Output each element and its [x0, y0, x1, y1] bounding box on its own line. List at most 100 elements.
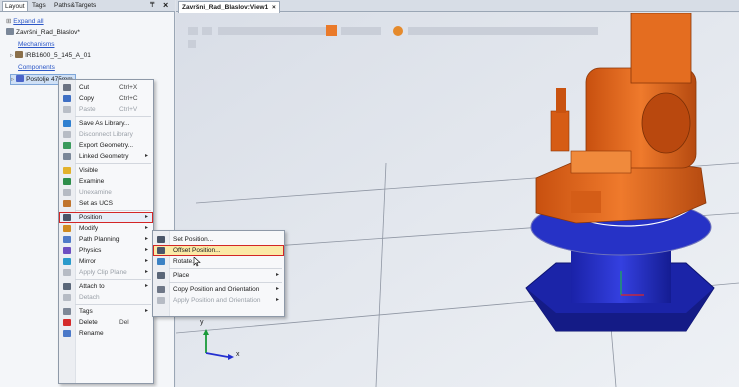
- pin-icon[interactable]: ₸: [150, 1, 154, 9]
- menu-separator: [169, 282, 282, 283]
- station-icon: [6, 28, 14, 35]
- clip-plane-icon: [63, 269, 71, 276]
- menu-item-label: Linked Geometry: [79, 153, 129, 160]
- menu-item-detach[interactable]: Detach: [59, 292, 153, 303]
- menu-separator: [75, 163, 151, 164]
- menu-item-label: Copy: [79, 95, 95, 102]
- menu-item-label: Set as UCS: [79, 200, 113, 207]
- menu-item-label: Attach to: [79, 283, 105, 290]
- tab-tags[interactable]: Tags: [30, 1, 48, 11]
- attach-icon: [63, 283, 71, 290]
- menu-item-path-planning[interactable]: Path Planning ▸: [59, 234, 153, 245]
- close-tab-icon[interactable]: ×: [272, 4, 276, 11]
- menu-item-apply-position-and-orientation[interactable]: Apply Position and Orientation ▸: [153, 295, 284, 306]
- menu-item-examine[interactable]: Examine: [59, 176, 153, 187]
- rename-icon: [63, 330, 71, 337]
- menu-item-set-as-ucs[interactable]: Set as UCS: [59, 198, 153, 209]
- menu-item-disconnect-library[interactable]: Disconnect Library: [59, 129, 153, 140]
- mouse-cursor-icon: [193, 256, 201, 267]
- set-position-icon: [157, 236, 165, 243]
- menu-item-label: Path Planning: [79, 236, 120, 243]
- 3d-viewport[interactable]: y x: [176, 13, 739, 387]
- menu-item-physics[interactable]: Physics ▸: [59, 245, 153, 256]
- mechanisms-header: Mechanisms: [18, 41, 55, 48]
- menu-item-label: Paste: [79, 106, 96, 113]
- menu-item-paste[interactable]: Paste Ctrl+V: [59, 104, 153, 115]
- menu-item-place[interactable]: Place ▸: [153, 270, 284, 281]
- menu-item-shortcut: Ctrl+V: [119, 106, 138, 113]
- copy-icon: [63, 95, 71, 102]
- menu-item-label: Unexamine: [79, 189, 112, 196]
- 3d-scene[interactable]: [176, 13, 739, 387]
- offset-position-icon: [157, 247, 165, 254]
- tab-view1[interactable]: Završni_Rad_Blaslov:View1 ×: [178, 1, 280, 13]
- submenu-arrow-icon: ▸: [276, 272, 280, 278]
- copy-orientation-icon: [157, 286, 165, 293]
- close-panel-icon[interactable]: ×: [163, 0, 168, 10]
- menu-item-label: Delete: [79, 319, 98, 326]
- menu-item-linked-geometry[interactable]: Linked Geometry ▸: [59, 151, 153, 162]
- expand-all-link[interactable]: ⊞ Expand all: [6, 17, 44, 26]
- rotate-icon: [157, 258, 165, 265]
- path-planning-icon: [63, 236, 71, 243]
- robot-node[interactable]: ▹ IRB1600_5_145_A_01: [10, 51, 91, 60]
- menu-item-label: Modify: [79, 225, 99, 232]
- menu-item-offset-position[interactable]: Offset Position...: [153, 245, 284, 256]
- submenu-arrow-icon: ▸: [145, 236, 149, 242]
- menu-item-export-geometry[interactable]: Export Geometry...: [59, 140, 153, 151]
- disconnect-library-icon: [63, 131, 71, 138]
- submenu-arrow-icon: ▸: [145, 283, 149, 289]
- menu-item-tags[interactable]: Tags ▸: [59, 306, 153, 317]
- menu-item-apply-clip-plane[interactable]: Apply Clip Plane ▸: [59, 267, 153, 278]
- menu-item-label: Set Position...: [173, 236, 214, 243]
- menu-item-cut[interactable]: Cut Ctrl+X: [59, 82, 153, 93]
- menu-item-copy[interactable]: Copy Ctrl+C: [59, 93, 153, 104]
- menu-separator: [169, 268, 282, 269]
- component-icon: [16, 75, 25, 82]
- menu-item-attach-to[interactable]: Attach to ▸: [59, 281, 153, 292]
- menu-item-mirror[interactable]: Mirror ▸: [59, 256, 153, 267]
- menu-item-position[interactable]: Position ▸: [59, 212, 153, 223]
- submenu-arrow-icon: ▸: [145, 153, 149, 159]
- tags-icon: [63, 308, 71, 315]
- linked-geometry-icon: [63, 153, 71, 160]
- menu-item-visible[interactable]: Visible: [59, 165, 153, 176]
- menu-item-label: Position: [79, 214, 103, 221]
- tab-paths-targets[interactable]: Paths&Targets: [52, 1, 98, 11]
- physics-icon: [63, 247, 71, 254]
- export-geometry-icon: [63, 142, 71, 149]
- menu-item-label: Place: [173, 272, 190, 279]
- submenu-arrow-icon: ▸: [145, 214, 149, 220]
- menu-item-label: Offset Position...: [173, 247, 221, 254]
- menu-item-save-as-library[interactable]: Save As Library...: [59, 118, 153, 129]
- submenu-arrow-icon: ▸: [145, 225, 149, 231]
- submenu-arrow-icon: ▸: [276, 297, 280, 303]
- document-tabs: Završni_Rad_Blaslov:View1 ×: [176, 0, 739, 13]
- menu-item-delete[interactable]: Delete Del: [59, 317, 153, 328]
- menu-item-set-position[interactable]: Set Position...: [153, 234, 284, 245]
- place-icon: [157, 272, 165, 279]
- menu-item-label: Apply Clip Plane: [79, 269, 127, 276]
- unexamine-icon: [63, 189, 71, 196]
- components-header: Components: [18, 64, 55, 71]
- menu-item-modify[interactable]: Modify ▸: [59, 223, 153, 234]
- menu-item-label: Apply Position and Orientation: [173, 297, 261, 304]
- menu-separator: [75, 116, 151, 117]
- menu-item-label: Physics: [79, 247, 102, 254]
- submenu-arrow-icon: ▸: [145, 308, 149, 314]
- menu-item-rotate[interactable]: Rotate...: [153, 256, 284, 267]
- robot-icon: [15, 51, 24, 58]
- paste-icon: [63, 106, 71, 113]
- menu-item-label: Tags: [79, 308, 93, 315]
- menu-item-unexamine[interactable]: Unexamine: [59, 187, 153, 198]
- examine-icon: [63, 178, 71, 185]
- context-menu: Cut Ctrl+X Copy Ctrl+C Paste Ctrl+V Save As Li…: [58, 79, 154, 384]
- station-node[interactable]: Završni_Rad_Blaslov*: [6, 28, 80, 37]
- submenu-arrow-icon: ▸: [145, 258, 149, 264]
- tab-layout[interactable]: Layout: [2, 1, 28, 11]
- mirror-icon: [63, 258, 71, 265]
- menu-item-copy-position-and-orientation[interactable]: Copy Position and Orientation ▸: [153, 284, 284, 295]
- menu-separator: [75, 279, 151, 280]
- menu-item-rename[interactable]: Rename: [59, 328, 153, 339]
- library-icon: [63, 120, 71, 127]
